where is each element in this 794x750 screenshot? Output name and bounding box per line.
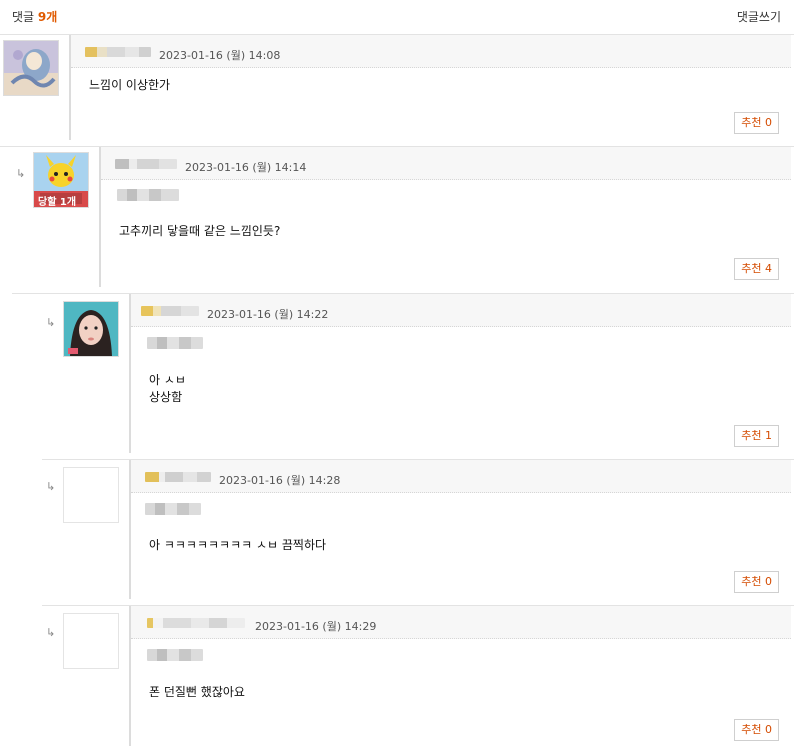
comment-datetime: 2023-01-16 (월) 14:28	[219, 474, 341, 487]
comment-meta: 2023-01-16 (월) 14:14	[101, 147, 791, 180]
comment-item: ↳ 2023-01-16 (월) 14:29 폰 던질뻔 했잖아요 추천 0	[42, 606, 794, 750]
recommend-label: 추천	[741, 723, 762, 736]
empty-avatar[interactable]	[63, 613, 119, 669]
comment-meta: 2023-01-16 (월) 14:29	[131, 606, 791, 639]
comment-datetime: 2023-01-16 (월) 14:14	[185, 161, 307, 174]
recommend-count: 1	[765, 429, 772, 442]
recommend-count: 4	[765, 262, 772, 275]
comment-body: 2023-01-16 (월) 14:28 아 ㅋㅋㅋㅋㅋㅋㅋㅋ ㅅㅂ 끔찍하다 …	[129, 460, 791, 599]
comment-item: ↳ 2023-01-16 (월) 14:22 아 ㅅㅂ 상상함 추천 1	[42, 294, 794, 460]
subtext-blurred	[147, 649, 203, 661]
recommend-button[interactable]: 추천 0	[734, 571, 779, 593]
reply-arrow-icon: ↳	[16, 167, 26, 180]
comments-title-label: 댓글	[12, 10, 35, 24]
comments-header: 댓글 9개 댓글쓰기	[0, 0, 794, 35]
comment-text: 고추끼리 닿을때 같은 느낌인듯?	[119, 224, 281, 238]
comment-count: 9개	[37, 10, 58, 24]
nickname-blurred[interactable]	[85, 47, 151, 57]
comment-body: 2023-01-16 (월) 14:08 느낌이 이상한가 추천 0	[69, 35, 791, 140]
comment-text: 아 ㅅㅂ 상상함	[149, 373, 186, 404]
subtext-blurred	[117, 189, 179, 201]
avatar-caption: 당할 1개	[38, 197, 77, 208]
comment-body: 2023-01-16 (월) 14:14 고추끼리 닿을때 같은 느낌인듯? 추…	[99, 147, 791, 287]
comment-item: 2023-01-16 (월) 14:08 느낌이 이상한가 추천 0	[0, 35, 794, 147]
comment-meta: 2023-01-16 (월) 14:28	[131, 460, 791, 493]
reply-arrow-icon: ↳	[46, 626, 56, 639]
comment-datetime: 2023-01-16 (월) 14:22	[207, 308, 329, 321]
comment-body: 2023-01-16 (월) 14:29 폰 던질뻔 했잖아요 추천 0	[129, 606, 791, 746]
recommend-count: 0	[765, 575, 772, 588]
comment-text: 폰 던질뻔 했잖아요	[149, 685, 245, 699]
recommend-label: 추천	[741, 116, 762, 129]
comment-text: 아 ㅋㅋㅋㅋㅋㅋㅋㅋ ㅅㅂ 끔찍하다	[149, 538, 327, 552]
comment-meta: 2023-01-16 (월) 14:08	[71, 35, 791, 68]
comment-item: ↳ 당할 1개 2023-01-16 (월) 14:14 고추끼리 닿을때 같은…	[12, 147, 794, 294]
comment-text: 느낌이 이상한가	[89, 78, 171, 92]
nickname-blurred[interactable]	[147, 618, 245, 628]
reply-arrow-icon: ↳	[46, 480, 56, 493]
recommend-count: 0	[765, 723, 772, 736]
empty-avatar[interactable]	[63, 467, 119, 523]
reply-arrow-icon: ↳	[46, 316, 56, 329]
recommend-button[interactable]: 추천 0	[734, 112, 779, 134]
recommend-label: 추천	[741, 575, 762, 588]
nickname-blurred[interactable]	[115, 159, 177, 169]
comment-datetime: 2023-01-16 (월) 14:08	[159, 49, 281, 62]
recommend-button[interactable]: 추천 0	[734, 719, 779, 741]
recommend-button[interactable]: 추천 1	[734, 425, 779, 447]
comment-body: 2023-01-16 (월) 14:22 아 ㅅㅂ 상상함 추천 1	[129, 294, 791, 453]
pikachu-avatar-icon[interactable]: 당할 1개	[33, 152, 89, 208]
nickname-blurred[interactable]	[141, 306, 199, 316]
comment-item: ↳ 2023-01-16 (월) 14:28 아 ㅋㅋㅋㅋㅋㅋㅋㅋ ㅅㅂ 끔찍하…	[42, 460, 794, 606]
subtext-blurred	[147, 337, 203, 349]
recommend-label: 추천	[741, 429, 762, 442]
comment-meta: 2023-01-16 (월) 14:22	[131, 294, 791, 327]
subtext-blurred	[145, 503, 201, 515]
cartoon-avatar-icon[interactable]	[3, 40, 59, 96]
recommend-count: 0	[765, 116, 772, 129]
recommend-button[interactable]: 추천 4	[734, 258, 779, 280]
comments-title: 댓글 9개	[12, 8, 57, 25]
photo-avatar-icon[interactable]	[63, 301, 119, 357]
comment-datetime: 2023-01-16 (월) 14:29	[255, 620, 377, 633]
write-comment-link[interactable]: 댓글쓰기	[737, 8, 781, 25]
recommend-label: 추천	[741, 262, 762, 275]
nickname-blurred[interactable]	[145, 472, 211, 482]
